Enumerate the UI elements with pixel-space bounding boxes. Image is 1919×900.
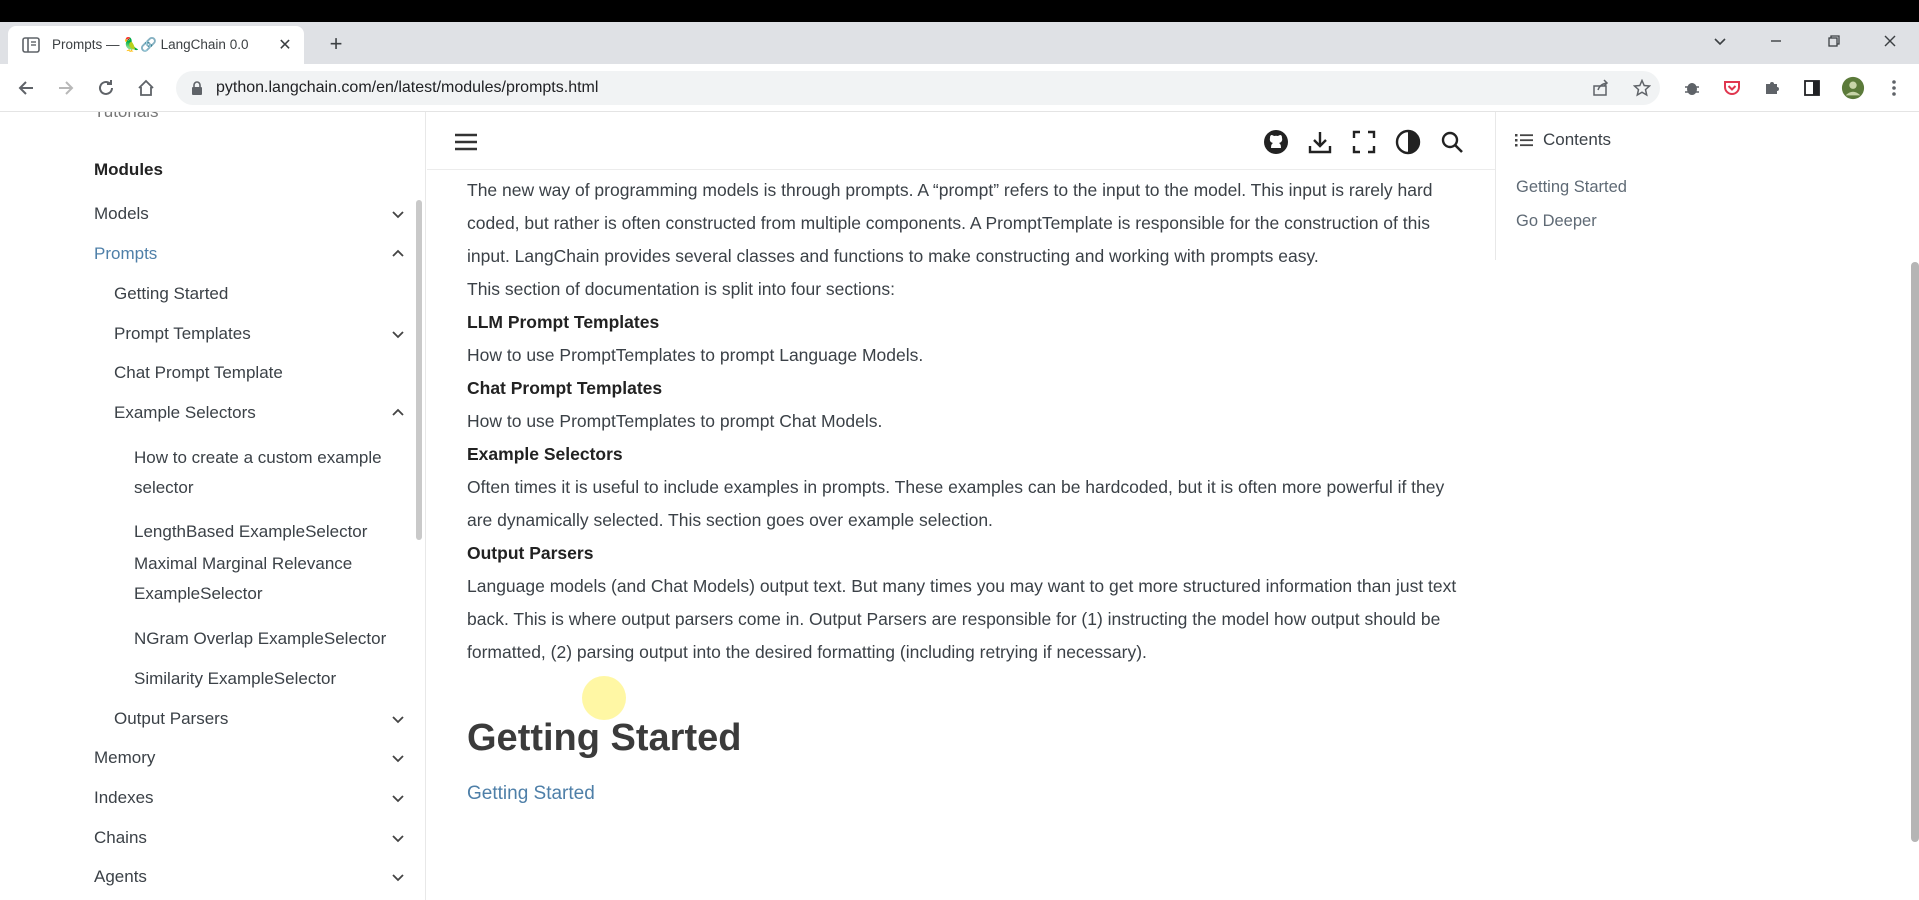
share-icon[interactable]: [1589, 76, 1613, 100]
docs-sidebar: Tutorials Modules Models Prompts Getting…: [0, 112, 426, 900]
restore-icon[interactable]: [1806, 22, 1862, 60]
sidebar-item-custom-example-selector[interactable]: How to create a custom example selector: [134, 443, 382, 503]
sidebar-item-ngram[interactable]: NGram Overlap ExampleSelector: [134, 629, 386, 649]
section-description: Often times it is useful to include exam…: [467, 477, 1445, 530]
browser-tab-bar: Prompts — 🦜🔗 LangChain 0.0 ✕ +: [0, 22, 1919, 64]
sidebar-item-example-selectors[interactable]: Example Selectors: [114, 403, 406, 423]
sidebar-item-similarity[interactable]: Similarity ExampleSelector: [134, 669, 336, 689]
tab-search-icon[interactable]: [1692, 22, 1748, 60]
section-heading: Chat Prompt Templates: [467, 378, 663, 398]
sidebar-item-agents[interactable]: Agents: [94, 867, 406, 887]
toc-title: Contents: [1515, 130, 1611, 150]
sections-intro: This section of documentation is split i…: [467, 279, 895, 299]
sidebar-item-chains[interactable]: Chains: [94, 828, 406, 848]
browser-menu-icon[interactable]: [1882, 76, 1906, 100]
lock-icon[interactable]: [190, 80, 204, 96]
reload-icon[interactable]: [94, 76, 118, 100]
fullscreen-icon[interactable]: [1351, 129, 1377, 155]
sidebar-item-lengthbased[interactable]: LengthBased ExampleSelector: [134, 522, 367, 542]
page-scrollbar[interactable]: [1911, 262, 1919, 842]
sidebar-item-models[interactable]: Models: [94, 204, 406, 224]
chevron-up-icon[interactable]: [390, 246, 406, 262]
getting-started-heading: Getting Started: [467, 717, 742, 759]
sidebar-item-mmr[interactable]: Maximal Marginal Relevance ExampleSelect…: [134, 549, 352, 609]
table-of-contents: Contents Getting Started Go Deeper: [1495, 112, 1919, 900]
tab-title: Prompts — 🦜🔗 LangChain 0.0: [52, 37, 249, 52]
section-heading: Output Parsers: [467, 543, 594, 563]
sidebar-item-chat-prompt-template[interactable]: Chat Prompt Template: [114, 363, 283, 383]
sidebar-item-prompts[interactable]: Prompts: [94, 244, 406, 264]
bookmark-star-icon[interactable]: [1630, 76, 1654, 100]
side-panel-icon[interactable]: [1800, 76, 1824, 100]
intro-paragraph: The new way of programming models is thr…: [467, 180, 1433, 266]
toc-link-go-deeper[interactable]: Go Deeper: [1516, 212, 1597, 231]
cursor-highlight: [582, 676, 626, 720]
chevron-up-icon[interactable]: [390, 405, 406, 421]
new-tab-button[interactable]: +: [322, 30, 350, 58]
url-text: python.langchain.com/en/latest/modules/p…: [216, 79, 599, 96]
chevron-down-icon[interactable]: [390, 869, 406, 885]
toc-divider: [1495, 112, 1496, 260]
section-heading: LLM Prompt Templates: [467, 312, 660, 332]
section-heading: Example Selectors: [467, 444, 623, 464]
profile-avatar[interactable]: [1841, 76, 1865, 100]
web-page: Tutorials Modules Models Prompts Getting…: [0, 112, 1919, 900]
section-description: How to use PromptTemplates to prompt Cha…: [467, 411, 883, 431]
chevron-down-icon[interactable]: [390, 206, 406, 222]
hamburger-menu-icon[interactable]: [453, 129, 479, 155]
list-icon: [1515, 134, 1533, 147]
theme-toggle-icon[interactable]: [1395, 129, 1421, 155]
sidebar-scrollbar[interactable]: [416, 200, 422, 540]
browser-tab[interactable]: Prompts — 🦜🔗 LangChain 0.0 ✕: [8, 26, 304, 64]
back-icon[interactable]: [14, 76, 38, 100]
sidebar-item-memory[interactable]: Memory: [94, 748, 406, 768]
tab-close-icon[interactable]: ✕: [276, 36, 294, 54]
minimize-icon[interactable]: [1748, 22, 1804, 60]
download-icon[interactable]: [1307, 129, 1333, 155]
main-content: The new way of programming models is thr…: [427, 112, 1495, 900]
content-header-bar: [427, 112, 1495, 170]
sidebar-item-getting-started[interactable]: Getting Started: [114, 284, 228, 304]
chevron-down-icon[interactable]: [390, 830, 406, 846]
bug-extension-icon[interactable]: [1680, 76, 1704, 100]
section-description: Language models (and Chat Models) output…: [467, 576, 1457, 662]
chevron-down-icon[interactable]: [390, 790, 406, 806]
chevron-down-icon[interactable]: [390, 711, 406, 727]
sidebar-item-indexes[interactable]: Indexes: [94, 788, 406, 808]
search-icon[interactable]: [1439, 129, 1465, 155]
github-icon[interactable]: [1263, 129, 1289, 155]
home-icon[interactable]: [134, 76, 158, 100]
chevron-down-icon[interactable]: [390, 326, 406, 342]
page-favicon-icon: [22, 37, 40, 53]
sidebar-item-tutorials[interactable]: Tutorials: [94, 112, 159, 122]
sidebar-item-prompt-templates[interactable]: Prompt Templates: [114, 324, 406, 344]
extensions-puzzle-icon[interactable]: [1760, 76, 1784, 100]
getting-started-link[interactable]: Getting Started: [467, 777, 1467, 810]
sidebar-item-output-parsers[interactable]: Output Parsers: [114, 709, 406, 729]
pocket-icon[interactable]: [1720, 76, 1744, 100]
toc-link-getting-started[interactable]: Getting Started: [1516, 178, 1627, 197]
address-bar[interactable]: python.langchain.com/en/latest/modules/p…: [176, 71, 1660, 105]
close-window-icon[interactable]: [1862, 22, 1918, 60]
browser-toolbar: python.langchain.com/en/latest/modules/p…: [0, 64, 1919, 112]
sidebar-section-title: Modules: [94, 160, 163, 179]
chevron-down-icon[interactable]: [390, 750, 406, 766]
forward-icon[interactable]: [54, 76, 78, 100]
section-description: How to use PromptTemplates to prompt Lan…: [467, 345, 924, 365]
